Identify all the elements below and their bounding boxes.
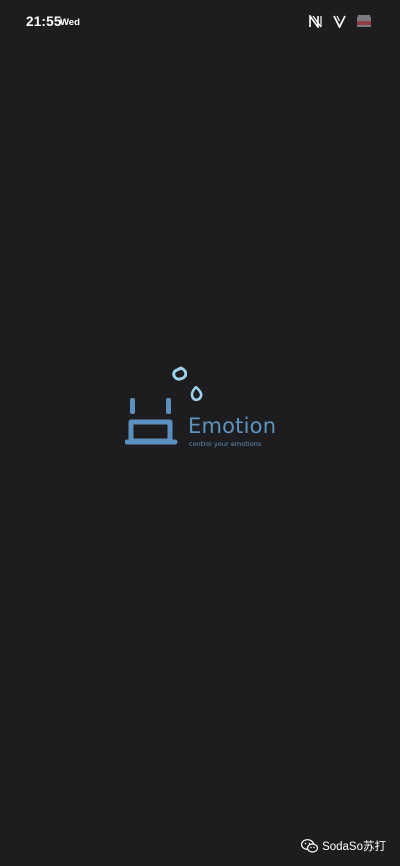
wechat-icon bbox=[301, 839, 319, 853]
watermark-text: SodaSo苏打 bbox=[322, 841, 386, 853]
second-drop-icon bbox=[190, 386, 203, 402]
brand-name: Emotion bbox=[188, 414, 277, 438]
vpn-v-icon bbox=[333, 15, 346, 28]
status-day: Wed bbox=[60, 17, 80, 28]
notification-n-icon bbox=[309, 14, 322, 28]
app-logo-lockup: Emotion control your emotions bbox=[125, 362, 285, 454]
flag-icon bbox=[356, 15, 372, 27]
emotion-face-logo bbox=[125, 366, 187, 445]
splash-screen: 21:55 Wed Emotion control your emotions … bbox=[0, 0, 400, 866]
status-icons bbox=[309, 14, 372, 28]
watermark: SodaSo苏打 bbox=[301, 838, 386, 854]
brand-tagline: control your emotions bbox=[189, 440, 262, 448]
status-time: 21:55 bbox=[26, 14, 62, 29]
status-bar: 21:55 Wed bbox=[0, 0, 400, 44]
